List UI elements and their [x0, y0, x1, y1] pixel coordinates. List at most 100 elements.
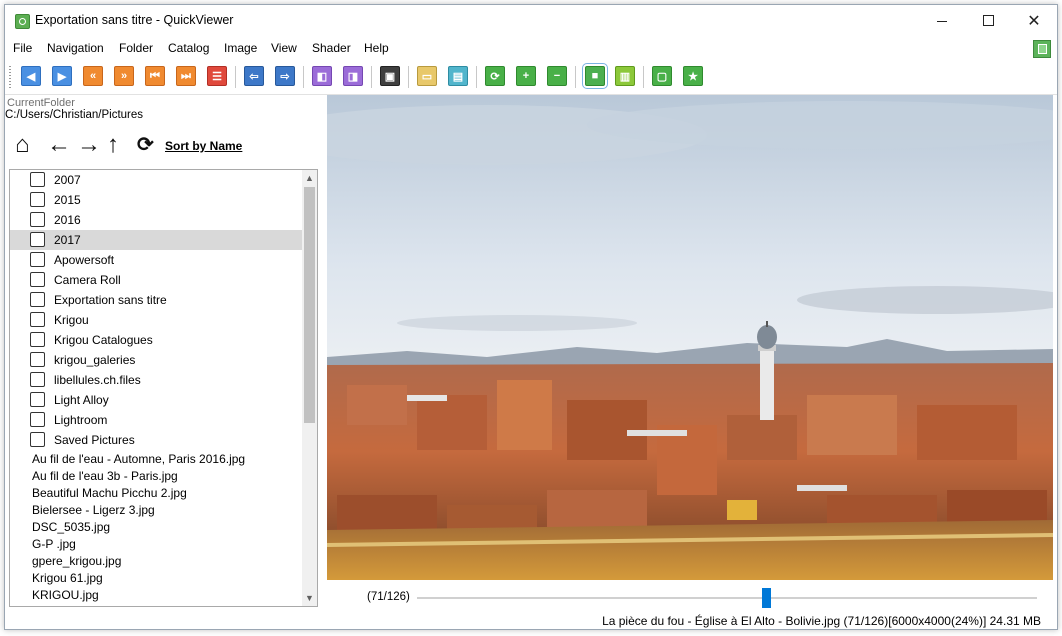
last-image-button[interactable]: ⏭: [176, 66, 196, 86]
toolbar-separator: [643, 66, 644, 88]
forward-arrow-icon[interactable]: →: [77, 133, 101, 157]
folder-item[interactable]: 2016: [10, 210, 302, 230]
file-item[interactable]: Au fil de l'eau - Automne, Paris 2016.jp…: [10, 451, 302, 468]
file-label: Beautiful Machu Picchu 2.jpg: [32, 486, 187, 500]
folder-label: Saved Pictures: [54, 433, 135, 447]
menu-view[interactable]: View: [271, 41, 297, 55]
maximize-button[interactable]: [965, 5, 1011, 36]
toolbar-grip[interactable]: [9, 66, 11, 88]
catalog-button[interactable]: ▤: [448, 66, 468, 86]
folder-checkbox-icon[interactable]: [30, 352, 45, 367]
rotate-button[interactable]: ⟳: [485, 66, 505, 86]
folder-item[interactable]: Lightroom: [10, 410, 302, 430]
first-image-button[interactable]: ⏮: [145, 66, 165, 86]
folder-checkbox-icon[interactable]: [30, 372, 45, 387]
file-item[interactable]: gpere_krigou.jpg: [10, 553, 302, 570]
folder-checkbox-icon[interactable]: [30, 212, 45, 227]
folder-item[interactable]: Camera Roll: [10, 270, 302, 290]
fast-backward-icon: «: [89, 70, 97, 82]
menu-catalog[interactable]: Catalog: [168, 41, 209, 55]
folder-item[interactable]: 2007: [10, 170, 302, 190]
folder-item[interactable]: libellules.ch.files: [10, 370, 302, 390]
folder-checkbox-icon[interactable]: [30, 252, 45, 267]
page-slider-thumb[interactable]: [762, 588, 772, 608]
file-item[interactable]: DSC_5035.jpg: [10, 519, 302, 536]
pin-icon: ★: [688, 70, 698, 83]
menu-image[interactable]: Image: [224, 41, 257, 55]
fullscreen-icon: ▢: [656, 70, 668, 83]
scroll-down-icon[interactable]: ▼: [302, 590, 317, 606]
back-arrow-icon[interactable]: ←: [47, 133, 71, 157]
scrollbar-thumb[interactable]: [304, 187, 315, 423]
zoom-in-button[interactable]: +: [516, 66, 536, 86]
menu-folder[interactable]: Folder: [119, 41, 153, 55]
minimize-button[interactable]: [919, 5, 965, 36]
single-view-button[interactable]: ■: [582, 63, 608, 89]
folder-checkbox-icon[interactable]: [30, 412, 45, 427]
refresh-icon[interactable]: ⟳: [137, 133, 154, 157]
folder-item[interactable]: krigou_galeries: [10, 350, 302, 370]
menu-file[interactable]: File: [13, 41, 32, 55]
pin-button[interactable]: ★: [683, 66, 703, 86]
folder-item[interactable]: 2017: [10, 230, 302, 250]
file-label: KRIGOU.jpg: [32, 588, 99, 602]
double-view-button[interactable]: ▥: [615, 66, 635, 86]
menu-navigation[interactable]: Navigation: [47, 41, 104, 55]
folder-checkbox-icon[interactable]: [30, 392, 45, 407]
home-icon[interactable]: ⌂: [15, 133, 30, 157]
minimize-icon: [937, 21, 947, 22]
file-item[interactable]: Krigou 61.jpg: [10, 570, 302, 587]
file-item[interactable]: G-P .jpg: [10, 536, 302, 553]
folder-item[interactable]: 2015: [10, 190, 302, 210]
open-folder-button[interactable]: ▭: [417, 66, 437, 86]
folder-checkbox-icon[interactable]: [30, 272, 45, 287]
window-title: Exportation sans titre - QuickViewer: [35, 13, 234, 27]
folder-item[interactable]: Apowersoft: [10, 250, 302, 270]
folder-item[interactable]: Krigou: [10, 310, 302, 330]
next-image-icon: ▶: [57, 70, 67, 83]
fast-backward-button[interactable]: «: [83, 66, 103, 86]
zoom-out-button[interactable]: −: [547, 66, 567, 86]
viewer-status-area: (71/126) La pièce du fou - Église à El A…: [327, 581, 1057, 629]
page-slider[interactable]: [417, 588, 1037, 608]
file-item[interactable]: Au fil de l'eau 3b - Paris.jpg: [10, 468, 302, 485]
fullscreen-button[interactable]: ▢: [652, 66, 672, 86]
file-item[interactable]: KRIGOU.jpg: [10, 587, 302, 604]
edit-icon[interactable]: [1033, 40, 1051, 58]
current-folder-path: C:/Users/Christian/Pictures: [5, 109, 144, 121]
folder-checkbox-icon[interactable]: [30, 232, 45, 247]
open-left-button[interactable]: ⇦: [244, 66, 264, 86]
previous-image-button[interactable]: ◀: [21, 66, 41, 86]
tree-scrollbar[interactable]: ▲ ▼: [302, 170, 317, 606]
folder-item[interactable]: Saved Pictures: [10, 430, 302, 450]
folder-checkbox-icon[interactable]: [30, 292, 45, 307]
folder-item[interactable]: Krigou Catalogues: [10, 330, 302, 350]
folder-checkbox-icon[interactable]: [30, 312, 45, 327]
playlist-icon: ☰: [212, 70, 222, 83]
sort-by-name-link[interactable]: Sort by Name: [165, 139, 242, 153]
file-item[interactable]: Beautiful Machu Picchu 2.jpg: [10, 485, 302, 502]
image-viewer[interactable]: [327, 95, 1053, 580]
fast-forward-button[interactable]: »: [114, 66, 134, 86]
close-button[interactable]: ✕: [1011, 5, 1057, 36]
page-left-button[interactable]: ◧: [312, 66, 332, 86]
page-right-button[interactable]: ◨: [343, 66, 363, 86]
open-right-button[interactable]: ⇨: [275, 66, 295, 86]
folder-tree[interactable]: 2007 2015 2016 2017 Apowersoft Camera Roll Exp…: [9, 169, 318, 607]
menu-help[interactable]: Help: [364, 41, 389, 55]
image-info-button[interactable]: ▣: [380, 66, 400, 86]
scroll-up-icon[interactable]: ▲: [302, 170, 317, 186]
menu-shader[interactable]: Shader: [312, 41, 351, 55]
up-arrow-icon[interactable]: ↑: [107, 133, 119, 157]
folder-item[interactable]: Exportation sans titre: [10, 290, 302, 310]
folder-checkbox-icon[interactable]: [30, 172, 45, 187]
next-image-button[interactable]: ▶: [52, 66, 72, 86]
folder-checkbox-icon[interactable]: [30, 432, 45, 447]
file-item[interactable]: Bielersee - Ligerz 3.jpg: [10, 502, 302, 519]
folder-checkbox-icon[interactable]: [30, 192, 45, 207]
open-right-icon: ⇨: [280, 70, 290, 83]
folder-checkbox-icon[interactable]: [30, 332, 45, 347]
file-label: G-P .jpg: [32, 537, 76, 551]
playlist-button[interactable]: ☰: [207, 66, 227, 86]
folder-item[interactable]: Light Alloy: [10, 390, 302, 410]
